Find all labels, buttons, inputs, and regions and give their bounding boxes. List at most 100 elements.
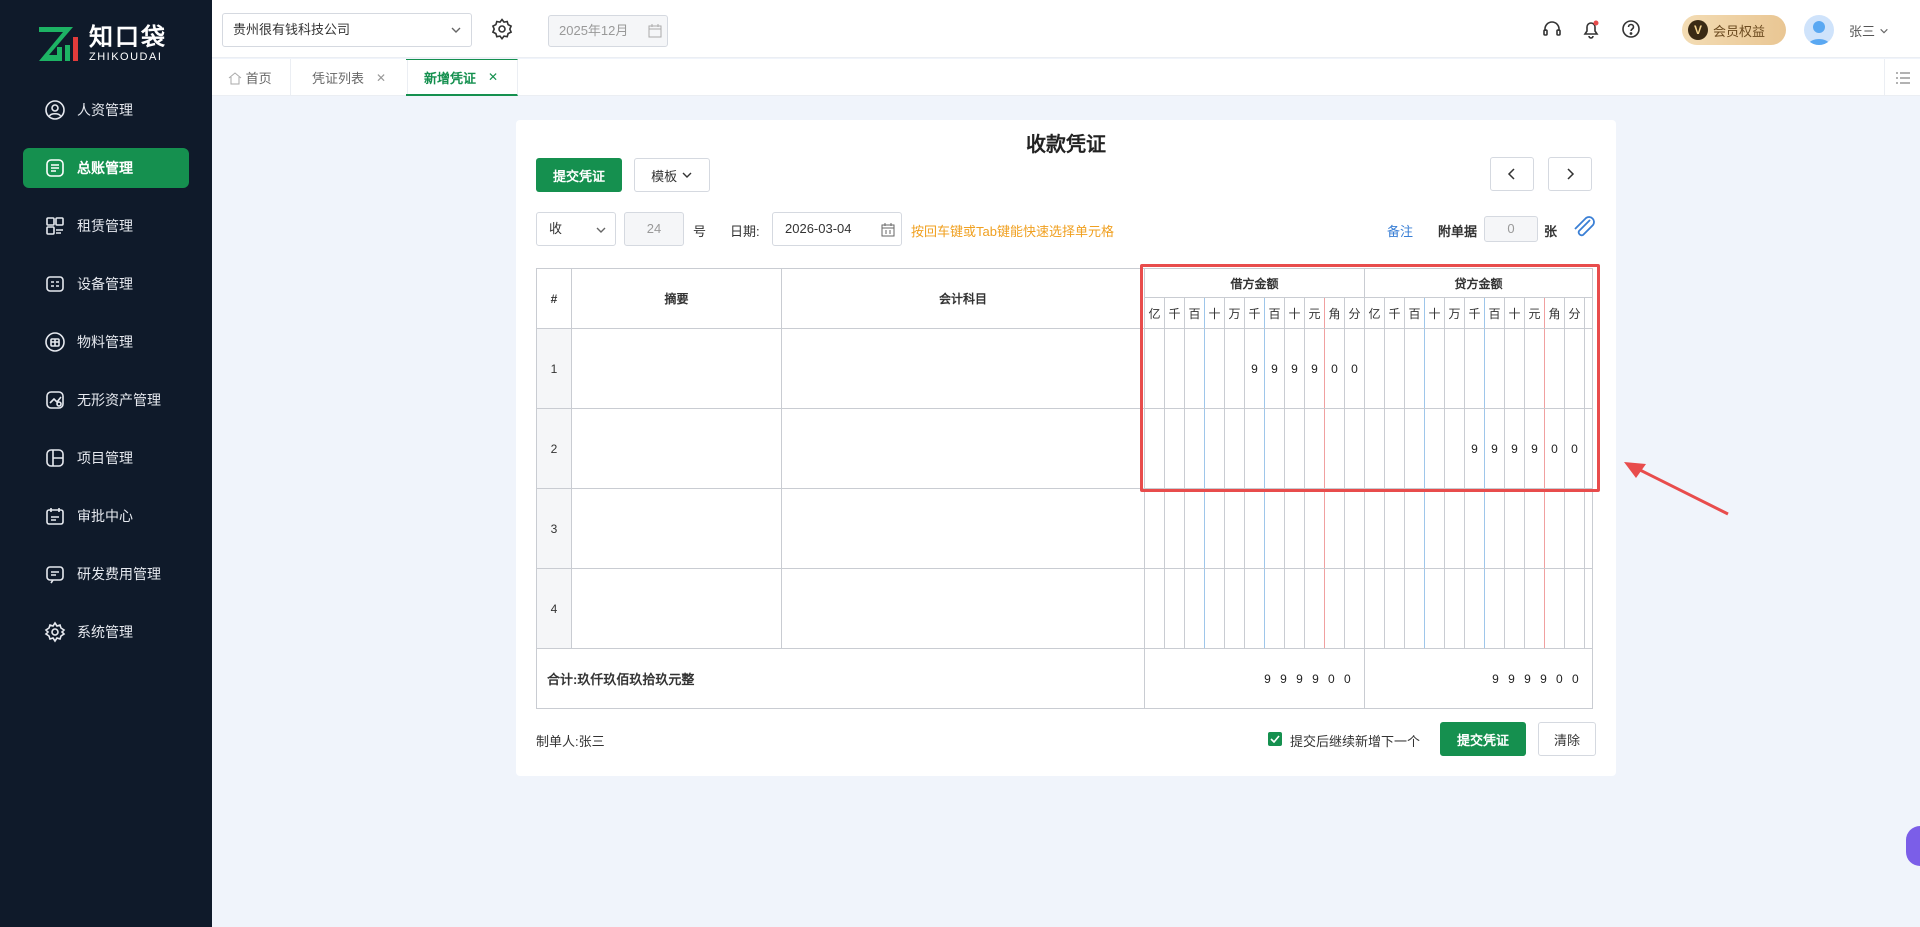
subject-cell[interactable] xyxy=(781,488,1145,569)
credit-digit-cell[interactable] xyxy=(1364,568,1385,649)
voucher-type-select[interactable]: 收 xyxy=(536,212,616,246)
credit-digit-cell[interactable] xyxy=(1364,328,1385,409)
debit-digit-cell[interactable] xyxy=(1184,488,1205,569)
credit-digit-cell[interactable] xyxy=(1444,488,1465,569)
sidebar-item-rd[interactable]: 研发费用管理 xyxy=(23,554,189,594)
debit-digit-cell[interactable] xyxy=(1204,408,1225,489)
credit-digit-cell[interactable] xyxy=(1384,568,1405,649)
debit-digit-cell[interactable] xyxy=(1144,328,1165,409)
credit-digit-cell[interactable] xyxy=(1404,328,1425,409)
credit-digit-cell[interactable] xyxy=(1504,568,1525,649)
credit-digit-cell[interactable] xyxy=(1464,328,1485,409)
subject-cell[interactable] xyxy=(781,568,1145,649)
debit-digit-cell[interactable] xyxy=(1224,488,1245,569)
tab-new-voucher[interactable]: 新增凭证 ✕ xyxy=(406,59,518,96)
debit-digit-cell[interactable]: 9 xyxy=(1244,328,1265,409)
user-menu[interactable]: 张三 xyxy=(1849,21,1889,40)
debit-digit-cell[interactable]: 0 xyxy=(1344,328,1365,409)
credit-digit-cell[interactable] xyxy=(1424,568,1445,649)
tab-home[interactable]: 首页 xyxy=(212,59,291,96)
debit-digit-cell[interactable] xyxy=(1144,408,1165,489)
credit-digit-cell[interactable] xyxy=(1484,328,1505,409)
debit-digit-cell[interactable] xyxy=(1144,568,1165,649)
credit-digit-cell[interactable] xyxy=(1464,488,1485,569)
attach-count-input[interactable]: 0 xyxy=(1484,216,1538,242)
next-voucher-button[interactable] xyxy=(1548,157,1592,191)
credit-digit-cell[interactable] xyxy=(1524,568,1545,649)
sidebar-item-system[interactable]: 系统管理 xyxy=(23,612,189,652)
debit-digit-cell[interactable]: 9 xyxy=(1264,328,1285,409)
credit-digit-cell[interactable] xyxy=(1404,488,1425,569)
credit-digit-cell[interactable] xyxy=(1384,488,1405,569)
debit-digit-cell[interactable] xyxy=(1164,328,1185,409)
sidebar-item-ledger[interactable]: 总账管理 xyxy=(23,148,189,188)
sidebar-item-material[interactable]: 物料管理 xyxy=(23,322,189,362)
close-icon[interactable]: ✕ xyxy=(488,70,498,84)
credit-digit-cell[interactable] xyxy=(1364,408,1385,489)
sidebar-item-lease[interactable]: 租赁管理 xyxy=(23,206,189,246)
credit-digit-cell[interactable] xyxy=(1384,408,1405,489)
date-input[interactable]: 2026-03-04 xyxy=(772,212,902,246)
credit-digit-cell[interactable] xyxy=(1484,568,1505,649)
debit-digit-cell[interactable] xyxy=(1284,408,1305,489)
sidebar-item-device[interactable]: 设备管理 xyxy=(23,264,189,304)
debit-digit-cell[interactable] xyxy=(1164,408,1185,489)
debit-digit-cell[interactable] xyxy=(1264,408,1285,489)
debit-digit-cell[interactable] xyxy=(1264,568,1285,649)
vip-benefits-button[interactable]: V 会员权益 xyxy=(1682,15,1786,45)
debit-digit-cell[interactable] xyxy=(1284,488,1305,569)
debit-digit-cell[interactable] xyxy=(1224,328,1245,409)
summary-cell[interactable] xyxy=(571,408,782,489)
debit-digit-cell[interactable] xyxy=(1204,488,1225,569)
tab-menu-icon[interactable] xyxy=(1884,59,1920,96)
debit-digit-cell[interactable] xyxy=(1304,568,1325,649)
debit-digit-cell[interactable] xyxy=(1304,488,1325,569)
bell-icon[interactable] xyxy=(1580,18,1602,40)
gear-icon[interactable] xyxy=(490,17,514,41)
company-select[interactable]: 贵州很有钱科技公司 xyxy=(222,13,472,47)
debit-digit-cell[interactable] xyxy=(1224,408,1245,489)
template-dropdown[interactable]: 模板 xyxy=(634,158,710,192)
summary-cell[interactable] xyxy=(571,568,782,649)
tab-voucher-list[interactable]: 凭证列表 ✕ xyxy=(294,59,408,96)
credit-digit-cell[interactable]: 9 xyxy=(1484,408,1505,489)
credit-digit-cell[interactable] xyxy=(1524,488,1545,569)
debit-digit-cell[interactable] xyxy=(1304,408,1325,489)
credit-digit-cell[interactable] xyxy=(1564,328,1585,409)
close-icon[interactable]: ✕ xyxy=(376,71,386,85)
debit-digit-cell[interactable]: 9 xyxy=(1304,328,1325,409)
help-icon[interactable] xyxy=(1620,18,1642,40)
sidebar-item-intangible[interactable]: 无形资产管理 xyxy=(23,380,189,420)
credit-digit-cell[interactable]: 9 xyxy=(1504,408,1525,489)
voucher-number-input[interactable]: 24 xyxy=(624,212,684,246)
credit-digit-cell[interactable] xyxy=(1364,488,1385,569)
summary-cell[interactable] xyxy=(571,328,782,409)
debit-digit-cell[interactable] xyxy=(1224,568,1245,649)
credit-digit-cell[interactable]: 0 xyxy=(1544,408,1565,489)
debit-digit-cell[interactable] xyxy=(1244,488,1265,569)
logo[interactable]: 知口袋 ZHIKOUDAI xyxy=(37,24,167,64)
debit-digit-cell[interactable] xyxy=(1344,488,1365,569)
credit-digit-cell[interactable] xyxy=(1544,328,1565,409)
credit-digit-cell[interactable] xyxy=(1424,408,1445,489)
prev-voucher-button[interactable] xyxy=(1490,157,1534,191)
paperclip-icon[interactable] xyxy=(1570,216,1596,240)
debit-digit-cell[interactable] xyxy=(1144,488,1165,569)
debit-digit-cell[interactable] xyxy=(1284,568,1305,649)
debit-digit-cell[interactable] xyxy=(1324,568,1345,649)
credit-digit-cell[interactable]: 0 xyxy=(1564,408,1585,489)
credit-digit-cell[interactable] xyxy=(1504,328,1525,409)
credit-digit-cell[interactable] xyxy=(1544,488,1565,569)
credit-digit-cell[interactable] xyxy=(1544,568,1565,649)
subject-cell[interactable] xyxy=(781,328,1145,409)
credit-digit-cell[interactable] xyxy=(1404,568,1425,649)
debit-digit-cell[interactable] xyxy=(1204,568,1225,649)
debit-digit-cell[interactable] xyxy=(1324,408,1345,489)
debit-digit-cell[interactable] xyxy=(1264,488,1285,569)
credit-digit-cell[interactable] xyxy=(1564,568,1585,649)
debit-digit-cell[interactable] xyxy=(1344,568,1365,649)
debit-digit-cell[interactable] xyxy=(1324,488,1345,569)
credit-digit-cell[interactable] xyxy=(1424,488,1445,569)
credit-digit-cell[interactable]: 9 xyxy=(1524,408,1545,489)
debit-digit-cell[interactable]: 0 xyxy=(1324,328,1345,409)
